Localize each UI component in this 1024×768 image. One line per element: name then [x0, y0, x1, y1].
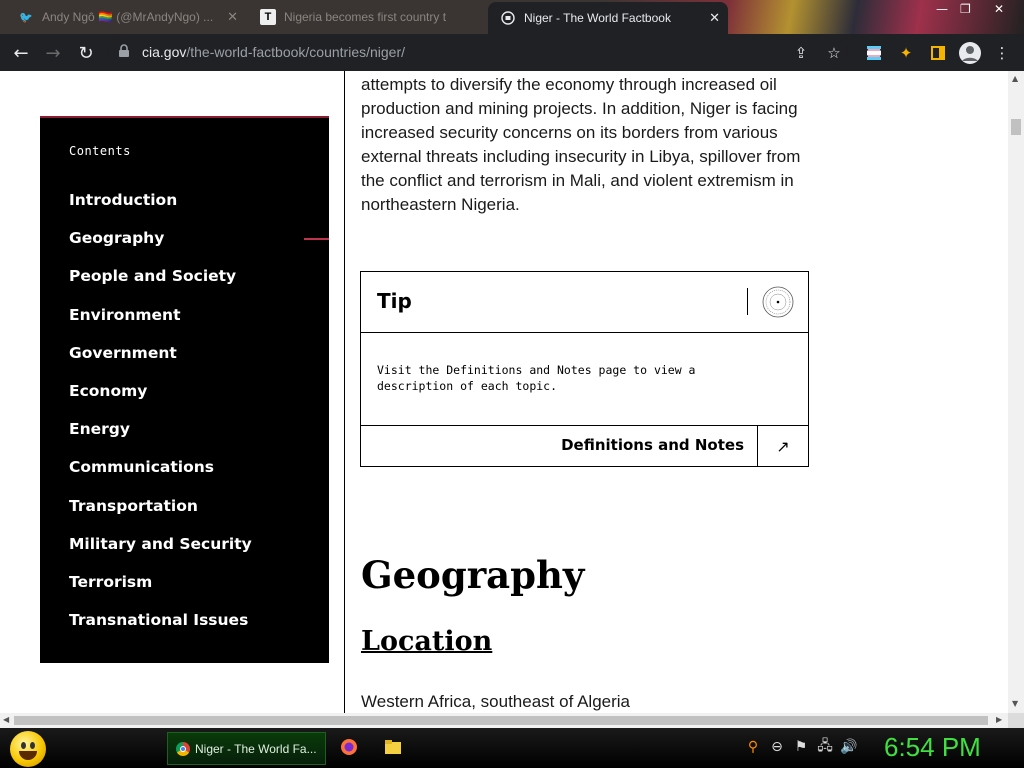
- back-icon[interactable]: ←: [10, 42, 32, 64]
- url-text: cia.gov/the-world-factbook/countries/nig…: [142, 44, 405, 60]
- taskbar-window-label: Niger - The World Fa...: [195, 741, 317, 756]
- close-icon[interactable]: ✕: [227, 9, 238, 25]
- sidebar-item-terrorism[interactable]: Terrorism: [69, 573, 252, 611]
- sidebar-item-environment[interactable]: Environment: [69, 306, 252, 344]
- minimize-icon[interactable]: —: [936, 2, 948, 16]
- sidepanel-icon[interactable]: [927, 42, 949, 64]
- share-icon[interactable]: ⇪: [790, 42, 812, 64]
- reload-icon[interactable]: ↻: [75, 42, 97, 64]
- scroll-down-arrow-icon[interactable]: ▼: [1012, 699, 1018, 708]
- messenger-icon[interactable]: ⊖: [768, 738, 786, 756]
- horizontal-scrollbar[interactable]: ◀ ▶: [0, 713, 1008, 728]
- browser-toolbar: ← → ↻ cia.gov/the-world-factbook/countri…: [0, 34, 1024, 71]
- horizontal-scroll-thumb[interactable]: [14, 716, 988, 725]
- restore-icon[interactable]: ❐: [960, 2, 971, 16]
- url-domain: cia.gov: [142, 44, 187, 60]
- file-manager-icon[interactable]: [384, 738, 402, 756]
- scrollbar-corner: [1008, 713, 1024, 728]
- tab-factbook[interactable]: Niger - The World Factbook ✕: [488, 2, 728, 34]
- star-icon[interactable]: ☆: [823, 42, 845, 64]
- tip-box: Tip Visit the Definitions and Notes page…: [360, 271, 809, 467]
- menu-kebab-icon[interactable]: ⋮: [991, 42, 1013, 64]
- sidebar-item-introduction[interactable]: Introduction: [69, 191, 252, 229]
- tip-header-divider: [747, 288, 748, 315]
- tip-title: Tip: [377, 289, 412, 313]
- introduction-paragraph: attempts to diversify the economy throug…: [361, 75, 801, 214]
- forward-icon[interactable]: →: [42, 42, 64, 64]
- extensions-puzzle-icon[interactable]: ✦: [895, 42, 917, 64]
- sidebar-item-communications[interactable]: Communications: [69, 458, 252, 496]
- extension-pride-icon[interactable]: [863, 42, 885, 64]
- section-heading-geography: Geography: [361, 553, 585, 597]
- sidebar-item-economy[interactable]: Economy: [69, 382, 252, 420]
- start-button-smiley-icon[interactable]: [10, 731, 46, 767]
- url-path: /the-world-factbook/countries/niger/: [186, 44, 406, 60]
- sidebar-item-military-and-security[interactable]: Military and Security: [69, 535, 252, 573]
- close-window-icon[interactable]: ✕: [994, 2, 1004, 16]
- sidebar-item-government[interactable]: Government: [69, 344, 252, 382]
- tab-title: Andy Ngô 🏳️‍🌈 (@MrAndyNgo) ...: [42, 10, 214, 24]
- definitions-and-notes-link[interactable]: Definitions and Notes ↗: [361, 425, 808, 466]
- scroll-left-arrow-icon[interactable]: ◀: [3, 715, 9, 724]
- profile-avatar-icon[interactable]: [959, 42, 981, 64]
- tab-title: Niger - The World Factbook: [524, 11, 671, 25]
- location-text: Western Africa, southeast of Algeria: [361, 692, 630, 711]
- sidebar-item-transnational-issues[interactable]: Transnational Issues: [69, 611, 252, 649]
- sidebar-item-energy[interactable]: Energy: [69, 420, 252, 458]
- tab-strip: 🐦 Andy Ngô 🏳️‍🌈 (@MrAndyNgo) ... ✕ T Nig…: [0, 0, 1024, 34]
- contents-sidebar: Contents Introduction Geography People a…: [40, 116, 329, 663]
- subsection-heading-location[interactable]: Location: [361, 626, 492, 657]
- contents-list: Introduction Geography People and Societ…: [69, 191, 252, 649]
- smiley-mouth-icon: [19, 751, 37, 760]
- definitions-link-label[interactable]: Definitions and Notes: [561, 436, 744, 454]
- cia-icon: [500, 10, 516, 26]
- sidebar-item-people-and-society[interactable]: People and Society: [69, 267, 252, 305]
- scroll-up-arrow-icon[interactable]: ▲: [1012, 74, 1018, 83]
- arrow-up-right-icon[interactable]: ↗: [757, 426, 808, 466]
- smiley-eye-icon: [30, 742, 35, 749]
- cia-seal-icon: [762, 286, 794, 318]
- close-icon[interactable]: ✕: [709, 10, 720, 26]
- address-bar[interactable]: cia.gov/the-world-factbook/countries/nig…: [108, 38, 848, 67]
- smiley-eye-icon: [21, 742, 26, 749]
- tab-twitter[interactable]: 🐦 Andy Ngô 🏳️‍🌈 (@MrAndyNgo) ... ✕: [6, 2, 246, 32]
- vertical-scrollbar[interactable]: ▲ ▼: [1008, 71, 1024, 713]
- contents-heading: Contents: [69, 144, 131, 158]
- scroll-right-arrow-icon[interactable]: ▶: [996, 715, 1002, 724]
- sidebar-item-geography[interactable]: Geography: [69, 229, 252, 267]
- lock-icon: [119, 44, 129, 57]
- vertical-scroll-thumb[interactable]: [1011, 119, 1021, 135]
- active-section-indicator: [304, 238, 329, 240]
- search-icon[interactable]: ⚲: [744, 738, 762, 756]
- chrome-icon: [176, 741, 190, 756]
- os-taskbar: Niger - The World Fa... ⚲ ⊖ ⚑ 🖧 🔊 6:54 P…: [0, 728, 1024, 768]
- sidebar-item-transportation[interactable]: Transportation: [69, 497, 252, 535]
- telegraph-icon: T: [260, 9, 276, 25]
- tip-header: Tip: [361, 272, 808, 333]
- column-divider: [344, 71, 345, 713]
- tip-body: Visit the Definitions and Notes page to …: [377, 363, 696, 393]
- volume-icon[interactable]: 🔊: [840, 738, 858, 756]
- taskbar-window-button[interactable]: Niger - The World Fa...: [167, 732, 326, 765]
- tab-title: Nigeria becomes first country t: [284, 10, 447, 24]
- network-icon[interactable]: 🖧: [816, 738, 834, 756]
- firefox-icon[interactable]: [340, 738, 358, 756]
- twitter-icon: 🐦: [19, 11, 33, 24]
- page-viewport: Contents Introduction Geography People a…: [0, 71, 1008, 713]
- action-center-flag-icon[interactable]: ⚑: [792, 738, 810, 756]
- taskbar-clock[interactable]: 6:54 PM: [884, 732, 981, 763]
- tab-article[interactable]: T Nigeria becomes first country t: [248, 2, 484, 32]
